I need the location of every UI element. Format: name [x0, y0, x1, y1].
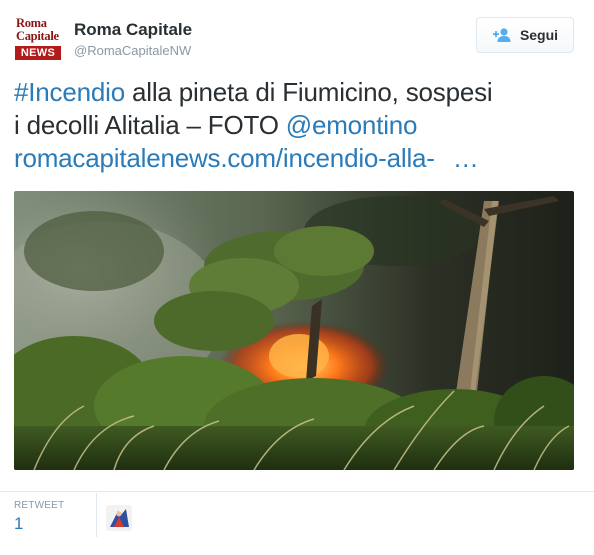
follow-button-label: Segui [519, 27, 559, 43]
hashtag-link[interactable]: #Incendio [14, 77, 125, 107]
tweet-text: #Incendio alla pineta di Fiumicino, sosp… [14, 76, 580, 175]
tweet-text-part-1: alla pineta di Fiumicino, sospesi [124, 77, 493, 107]
account-logo[interactable]: Roma Capitale NEWS [14, 16, 64, 62]
logo-line-3: NEWS [15, 46, 61, 60]
article-link[interactable]: romacapitalenews.com/incendio-alla- [14, 143, 435, 173]
tweet-text-part-2: i decolli Alitalia – FOTO [14, 110, 286, 140]
tweet-line-1: #Incendio alla pineta di Fiumicino, sosp… [14, 76, 580, 109]
stats-divider [0, 491, 594, 492]
account-handle[interactable]: @RomaCapitaleNW [74, 43, 191, 58]
tweet-line-3: romacapitalenews.com/incendio-alla- … [14, 142, 580, 175]
retweet-count: 1 [14, 514, 24, 533]
wildfire-pine-forest-photo [14, 191, 574, 470]
logo-line-2: Capitale [16, 29, 59, 43]
follow-button[interactable]: Segui [476, 17, 574, 53]
retweet-label: RETWEET [14, 500, 65, 511]
tweet-photo[interactable] [14, 191, 574, 470]
retweeter-avatar-image [106, 505, 132, 531]
retweeter-avatar[interactable] [106, 505, 132, 531]
tweet-line-2: i decolli Alitalia – FOTO @emontino [14, 109, 580, 142]
stats-separator [96, 493, 97, 537]
add-user-icon [492, 27, 512, 43]
link-ellipsis: … [452, 143, 479, 173]
mention-link[interactable]: @emontino [286, 110, 418, 140]
tweet-header: Roma Capitale NEWS Roma Capitale @RomaCa… [14, 14, 580, 66]
account-name[interactable]: Roma Capitale [74, 20, 192, 40]
retweet-stats[interactable]: RETWEET 1 [14, 500, 64, 534]
